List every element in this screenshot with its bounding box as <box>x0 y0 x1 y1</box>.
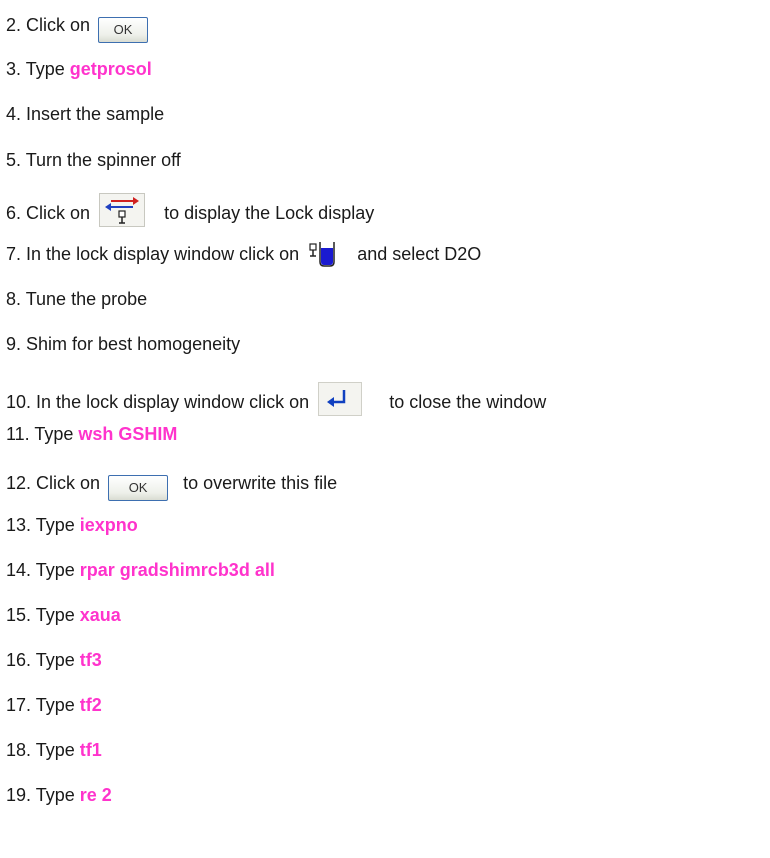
step-6: 6. Click on to display the Lock display <box>6 193 374 227</box>
ok-button[interactable]: OK <box>108 475 169 501</box>
step-2: 2. Click on OK <box>6 14 149 43</box>
command-text: tf3 <box>79 650 102 670</box>
step-number: 8. <box>6 289 22 309</box>
command-text: tf2 <box>79 695 102 715</box>
step-text: Turn the spinner off <box>25 150 181 170</box>
step-number: 10. <box>6 392 32 412</box>
lock-display-icon[interactable] <box>99 193 146 227</box>
step-5: 5. Turn the spinner off <box>6 149 181 171</box>
command-text: getprosol <box>69 59 152 79</box>
step-16: 16. Type tf3 <box>6 649 102 671</box>
command-text: iexpno <box>79 515 138 535</box>
step-number: 14. <box>6 560 32 580</box>
step-9: 9. Shim for best homogeneity <box>6 333 240 355</box>
step-text: Click on <box>26 203 91 223</box>
step-text: Insert the sample <box>26 104 165 124</box>
step-text: Type <box>35 785 75 805</box>
step-number: 3. <box>6 59 22 79</box>
step-text: Type <box>35 515 75 535</box>
step-18: 18. Type tf1 <box>6 739 102 761</box>
step-11: 11. Type wsh GSHIM <box>6 423 177 445</box>
step-text: Type <box>25 59 65 79</box>
step-number: 19. <box>6 785 32 805</box>
step-text: In the lock display window click on <box>26 244 300 264</box>
step-14: 14. Type rpar gradshimrcb3d all <box>6 559 275 581</box>
step-number: 15. <box>6 605 32 625</box>
step-text: Shim for best homogeneity <box>26 334 241 354</box>
step-text: Tune the probe <box>25 289 148 309</box>
step-15: 15. Type xaua <box>6 604 121 626</box>
step-text: In the lock display window click on <box>36 392 310 412</box>
command-text: tf1 <box>79 740 102 760</box>
step-text: Click on <box>36 473 101 493</box>
step-number: 17. <box>6 695 32 715</box>
step-number: 5. <box>6 150 22 170</box>
step-number: 6. <box>6 203 22 223</box>
command-text: xaua <box>79 605 121 625</box>
step-number: 16. <box>6 650 32 670</box>
step-number: 2. <box>6 15 22 35</box>
step-number: 4. <box>6 104 22 124</box>
step-10: 10. In the lock display window click on … <box>6 382 546 416</box>
command-text: wsh GSHIM <box>78 424 178 444</box>
step-13: 13. Type iexpno <box>6 514 138 536</box>
step-12: 12. Click on OK to overwrite this file <box>6 472 337 501</box>
step-8: 8. Tune the probe <box>6 288 147 310</box>
step-number: 12. <box>6 473 32 493</box>
step-number: 7. <box>6 244 22 264</box>
step-number: 18. <box>6 740 32 760</box>
ok-button[interactable]: OK <box>98 17 149 43</box>
step-number: 11. <box>6 424 30 444</box>
step-text: Type <box>35 605 75 625</box>
step-number: 9. <box>6 334 22 354</box>
step-text: Type <box>34 424 74 444</box>
step-4: 4. Insert the sample <box>6 103 164 125</box>
lock-solvent-icon[interactable] <box>308 240 338 268</box>
step-text: Click on <box>26 15 91 35</box>
step-text-after: to display the Lock display <box>164 203 375 223</box>
step-text: Type <box>35 650 75 670</box>
step-text-after: and select D2O <box>357 244 482 264</box>
step-text-after: to close the window <box>389 392 547 412</box>
step-text: Type <box>35 695 75 715</box>
step-text: Type <box>35 560 75 580</box>
step-number: 13. <box>6 515 32 535</box>
step-text: Type <box>35 740 75 760</box>
step-7: 7. In the lock display window click on a… <box>6 240 481 268</box>
step-19: 19. Type re 2 <box>6 784 112 806</box>
command-text: re 2 <box>79 785 112 805</box>
step-17: 17. Type tf2 <box>6 694 102 716</box>
step-text-after: to overwrite this file <box>183 473 338 493</box>
command-text: rpar gradshimrcb3d all <box>79 560 275 580</box>
step-3: 3. Type getprosol <box>6 58 152 80</box>
return-arrow-icon[interactable] <box>318 382 363 416</box>
